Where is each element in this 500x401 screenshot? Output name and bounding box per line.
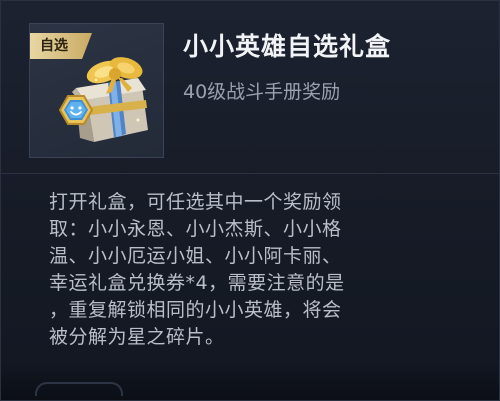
item-icon-frame[interactable]: 自选 (29, 23, 164, 158)
background-decoration (35, 382, 123, 396)
description-line: 打开礼盒，可任选其中一个奖励领 (49, 191, 342, 213)
item-description: 打开礼盒，可任选其中一个奖励领 取：小小永恩、小小杰斯、小小格 温、小小厄运小姐… (49, 189, 469, 351)
description-line: 幸运礼盒兑换券*4，需要注意的是 (49, 272, 345, 294)
description-line: 被分解为星之碎片。 (49, 326, 225, 348)
description-line: 温、小小厄运小姐、小小阿卡丽、 (49, 245, 342, 267)
item-tooltip-card: 自选 小小英雄自选礼盒 40级战斗手册奖励 打开礼盒，可任选其中一个奖励领 取：… (0, 0, 500, 401)
item-source: 40级战斗手册奖励 (183, 81, 341, 103)
description-line: 取：小小永恩、小小杰斯、小小格 (49, 218, 342, 240)
item-title: 小小英雄自选礼盒 (183, 32, 392, 61)
gift-box-icon (58, 57, 148, 142)
section-divider (1, 173, 499, 174)
description-line: ，重复解锁相同的小小英雄，将会 (49, 299, 342, 321)
